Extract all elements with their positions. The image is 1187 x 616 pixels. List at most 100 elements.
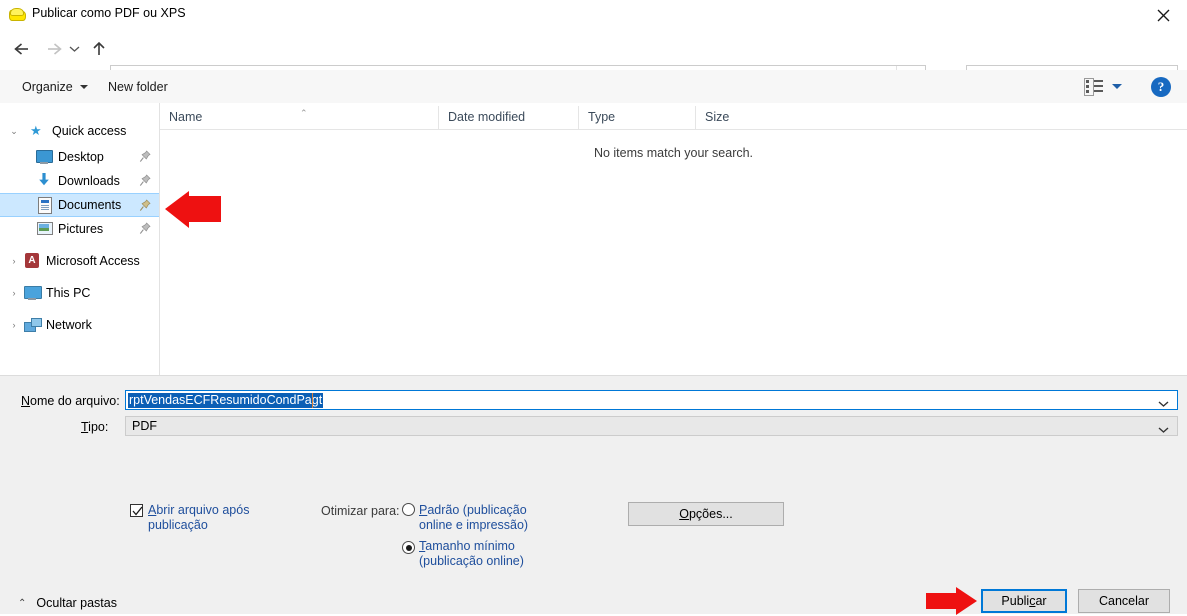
view-options-chevron-down-icon[interactable]	[1112, 84, 1122, 89]
filename-label-accel: N	[21, 394, 30, 408]
sidebar-item-label: Pictures	[58, 222, 103, 236]
sidebar-item-quick-access[interactable]: ⌄ ★ Quick access	[0, 119, 159, 143]
radio-padrao-line2[interactable]: online e impressão)	[419, 518, 528, 533]
filetype-select[interactable]: PDF	[125, 416, 1178, 436]
new-folder-label: New folder	[108, 80, 168, 94]
column-header-date-modified[interactable]: Date modified	[438, 106, 578, 129]
open-after-publish-line2[interactable]: publicação	[148, 518, 208, 533]
sidebar-item-network[interactable]: › Network	[0, 313, 159, 337]
file-list[interactable]: Name ⌃ Date modified Type Size No items …	[160, 103, 1187, 375]
sidebar-item-label: Desktop	[58, 150, 104, 164]
filename-chevron-down-icon[interactable]	[1158, 397, 1169, 411]
filename-input[interactable]: rptVendasECFResumidoCondPagt	[125, 390, 1178, 410]
list-view-icon[interactable]	[1084, 78, 1103, 95]
radio-tamanho-minimo[interactable]	[402, 541, 415, 554]
filetype-label-rest: ipo:	[88, 420, 108, 434]
open-after-publish-line1: brir arquivo após	[156, 503, 249, 517]
downloads-icon	[36, 172, 52, 188]
chevron-right-icon[interactable]: ›	[8, 287, 20, 299]
pin-icon[interactable]	[139, 174, 151, 187]
radio-padrao-line1: adrão (publicação	[427, 503, 526, 517]
desktop-icon	[36, 149, 52, 165]
options-button-accel: O	[679, 507, 689, 521]
publish-label-pre: Publi	[1001, 594, 1029, 608]
radio-padrao-label[interactable]: Padrão (publicação	[419, 503, 527, 518]
chevron-down-icon[interactable]: ⌄	[8, 125, 20, 137]
column-header-name[interactable]: Name ⌃	[160, 106, 438, 129]
radio-selected-dot	[406, 545, 412, 551]
hide-folders-toggle[interactable]: ⌃ Ocultar pastas	[18, 596, 117, 610]
main-content: ⌄ ★ Quick access Desktop	[0, 103, 1187, 375]
chevron-up-icon: ⌃	[18, 598, 26, 609]
command-bar: Organize New folder	[0, 70, 1187, 104]
pin-icon[interactable]	[139, 199, 151, 212]
window-title: Publicar como PDF ou XPS	[32, 6, 186, 20]
filetype-label: Tipo:	[81, 420, 108, 434]
publish-label-post: ar	[1035, 594, 1046, 608]
organize-label: Organize	[22, 80, 73, 94]
organize-button[interactable]: Organize	[14, 70, 96, 103]
column-label: Type	[588, 110, 615, 124]
filename-label: Nome do arquivo:	[21, 394, 120, 408]
sidebar-item-label: Downloads	[58, 174, 120, 188]
filename-label-rest: ome do arquivo:	[30, 394, 120, 408]
navigation-pane: ⌄ ★ Quick access Desktop	[0, 103, 160, 375]
sort-ascending-icon: ⌃	[300, 108, 308, 119]
column-header-size[interactable]: Size	[695, 106, 776, 129]
radio-tamanho-minimo-label[interactable]: Tamanho mínimo	[419, 539, 515, 554]
publish-pdf-icon	[9, 7, 25, 22]
sidebar-item-this-pc[interactable]: › This PC	[0, 281, 159, 305]
text-caret	[312, 393, 313, 408]
form-panel	[0, 375, 1187, 614]
sidebar-item-desktop[interactable]: Desktop	[0, 145, 159, 169]
options-button[interactable]: Opções...	[628, 502, 784, 526]
open-after-publish-label[interactable]: Abrir arquivo após	[148, 503, 249, 518]
column-header-row: Name ⌃ Date modified Type Size	[160, 103, 1187, 130]
column-label: Size	[705, 110, 729, 124]
options-button-label: pções...	[689, 507, 733, 521]
column-label: Name	[169, 110, 202, 124]
new-folder-button[interactable]: New folder	[100, 70, 176, 103]
open-after-publish-checkbox[interactable]	[130, 504, 143, 517]
sidebar-item-label: Microsoft Access	[46, 254, 140, 268]
title-bar: Publicar como PDF ou XPS	[0, 0, 1187, 30]
filename-value: rptVendasECFResumidoCondPagt	[128, 393, 323, 408]
empty-list-message: No items match your search.	[160, 146, 1187, 160]
help-icon[interactable]: ?	[1151, 77, 1171, 97]
back-arrow-icon[interactable]	[8, 35, 36, 63]
filetype-chevron-down-icon[interactable]	[1158, 423, 1169, 437]
close-icon[interactable]	[1141, 0, 1187, 29]
navigation-bar: › This PC › Documents ↻ Search Documents	[0, 29, 1187, 70]
radio-tamanho-line1: amanho mínimo	[425, 539, 515, 553]
recent-locations-chevron-down-icon[interactable]	[64, 35, 84, 63]
red-arrow-pointing-to-publish	[926, 586, 978, 616]
sidebar-item-label: This PC	[46, 286, 90, 300]
sidebar-item-downloads[interactable]: Downloads	[0, 169, 159, 193]
publish-button[interactable]: Publicar	[981, 589, 1067, 613]
network-icon	[24, 317, 40, 333]
pin-icon[interactable]	[139, 150, 151, 163]
chevron-right-icon[interactable]: ›	[8, 319, 20, 331]
radio-tamanho-minimo-line2[interactable]: (publicação online)	[419, 554, 524, 569]
sidebar-item-microsoft-access[interactable]: › A Microsoft Access	[0, 249, 159, 273]
up-arrow-icon[interactable]	[85, 35, 113, 63]
documents-icon	[36, 197, 52, 213]
sidebar-item-label: Quick access	[52, 124, 126, 138]
chevron-right-icon[interactable]: ›	[8, 255, 20, 267]
column-header-type[interactable]: Type	[578, 106, 695, 129]
this-pc-icon	[24, 285, 40, 301]
cancel-button[interactable]: Cancelar	[1078, 589, 1170, 613]
chevron-down-icon	[80, 85, 88, 89]
pin-icon[interactable]	[139, 222, 151, 235]
red-arrow-pointing-to-documents	[163, 190, 223, 228]
sidebar-item-documents[interactable]: Documents	[0, 193, 159, 217]
sidebar-item-label: Documents	[58, 198, 121, 212]
filetype-value: PDF	[132, 419, 157, 434]
pictures-icon	[36, 220, 52, 236]
access-icon: A	[24, 253, 40, 269]
sidebar-item-pictures[interactable]: Pictures	[0, 217, 159, 241]
sidebar-item-label: Network	[46, 318, 92, 332]
radio-padrao[interactable]	[402, 503, 415, 516]
optimize-label: Otimizar para:	[321, 504, 400, 518]
hide-folders-label: Ocultar pastas	[36, 596, 117, 610]
